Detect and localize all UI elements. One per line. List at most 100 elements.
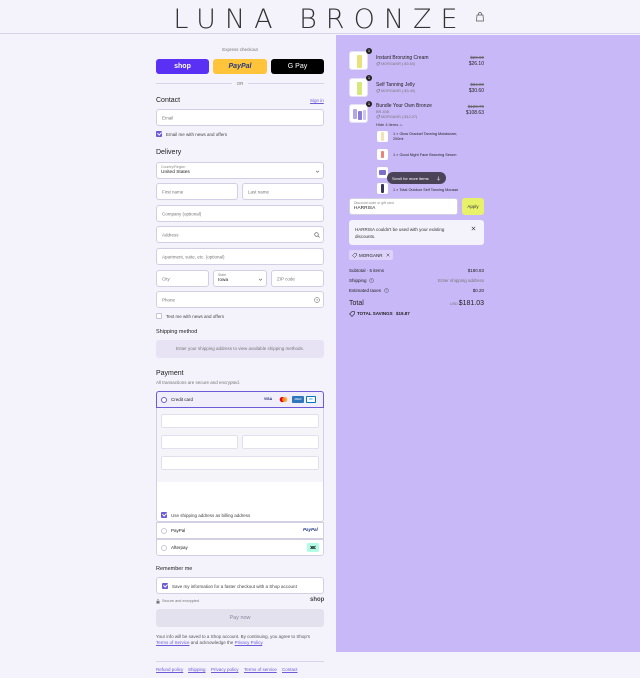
hide-items-toggle[interactable]: Hide 4 items: [376, 122, 398, 127]
afterpay-option[interactable]: Afterpay: [156, 539, 324, 556]
total-label: Total: [349, 300, 364, 307]
credit-card-radio[interactable]: [161, 397, 167, 403]
card-number-field[interactable]: [161, 414, 319, 428]
last-name-field[interactable]: Last name: [242, 183, 324, 200]
apartment-placeholder: Apartment, suite, etc. (optional): [162, 254, 225, 259]
chevron-up-icon: [399, 124, 403, 126]
paypal-logo: PayPal: [303, 527, 318, 532]
help-icon[interactable]: ?: [384, 288, 389, 293]
legal-and: and acknowledge the: [189, 640, 235, 645]
delivery-heading: Delivery: [156, 149, 182, 156]
item-price: $26.10: [468, 61, 484, 67]
chevron-down-icon: [315, 170, 320, 173]
zip-field[interactable]: ZIP code: [271, 270, 324, 287]
item-old-price: $34.00: [470, 82, 484, 87]
text-offers-checkbox[interactable]: [156, 313, 162, 319]
search-icon: [314, 232, 320, 238]
billing-checkbox[interactable]: [161, 512, 167, 518]
terms-link-footer[interactable]: Terms of service: [244, 667, 277, 672]
afterpay-radio[interactable]: [161, 545, 167, 551]
remove-discount-icon[interactable]: [386, 253, 390, 257]
legal-line2: Terms of Service and acknowledge the Pri…: [156, 640, 264, 645]
terms-link[interactable]: Terms of Service: [156, 640, 190, 645]
apartment-field[interactable]: Apartment, suite, etc. (optional): [156, 248, 324, 265]
text-offers-label: Text me with news and offers: [166, 314, 224, 319]
sign-in-link[interactable]: Sign in: [310, 98, 324, 103]
address-field[interactable]: Address: [156, 226, 324, 243]
phone-field[interactable]: Phone ?: [156, 291, 324, 308]
news-label: Email me with news and offers: [166, 132, 227, 137]
quantity-badge: 1: [366, 48, 372, 54]
apply-button[interactable]: Apply: [462, 198, 484, 215]
phone-placeholder: Phone: [162, 297, 176, 302]
zip-placeholder: ZIP code: [277, 276, 295, 281]
taxes-label: Estimated taxes: [349, 288, 382, 293]
city-field[interactable]: City: [156, 270, 209, 287]
state-select[interactable]: State Iowa: [213, 270, 267, 287]
discount-field-label: Discount code or gift card: [354, 201, 394, 205]
help-icon[interactable]: ?: [314, 297, 320, 303]
name-on-card-field[interactable]: [161, 456, 319, 470]
security-code-field[interactable]: [242, 435, 319, 449]
sub-item: 1 × Glow Graduel Tanning Moisturizer, 20…: [393, 132, 458, 141]
item-price: $108.63: [465, 110, 484, 116]
shipping-policy-link[interactable]: Shipping: [188, 667, 206, 672]
tag-icon: [376, 62, 380, 66]
paypal-radio[interactable]: [161, 528, 167, 534]
shopping-bag-icon[interactable]: [475, 12, 485, 22]
total-savings-label: TOTAL SAVINGS: [357, 311, 393, 316]
divider: [156, 661, 324, 662]
company-field[interactable]: Company (optional): [156, 205, 324, 222]
state-value: Iowa: [218, 278, 229, 283]
tag-icon: [352, 252, 357, 258]
state-label: State: [218, 273, 227, 277]
item-discount: MORGANR (-$3.60): [381, 62, 416, 66]
help-icon[interactable]: ?: [369, 278, 374, 283]
privacy-policy-link[interactable]: Privacy policy: [211, 667, 239, 672]
paypal-label: PayPal: [171, 528, 186, 533]
pay-now-button[interactable]: Pay now: [156, 609, 324, 627]
close-icon[interactable]: [471, 226, 476, 231]
afterpay-label: Afterpay: [171, 545, 188, 550]
first-name-field[interactable]: First name: [156, 183, 238, 200]
country-value: United States: [161, 170, 190, 175]
afterpay-icon: [307, 543, 319, 552]
legal-line1: Your info will be saved to a Shop accoun…: [156, 634, 311, 639]
discount-error-banner: HARRISA couldn't be used with your exist…: [349, 220, 484, 245]
shop-pay-button[interactable]: shop: [156, 59, 209, 74]
remember-box: Save my information for a faster checkou…: [156, 577, 324, 594]
scroll-more-pill[interactable]: Scroll for more items: [387, 172, 446, 184]
billing-label: Use shipping address as billing address: [171, 513, 251, 518]
paypal-option[interactable]: PayPal PayPal: [156, 522, 324, 539]
scroll-label: Scroll for more items: [392, 175, 429, 181]
discount-tag: MORGANR: [349, 250, 393, 260]
save-info-checkbox[interactable]: [162, 583, 168, 589]
brand-logo[interactable]: LUNA BRONZE: [0, 4, 640, 35]
country-select[interactable]: Country/Region United States: [156, 162, 324, 179]
discount-code-field[interactable]: Discount code or gift card HARRISA: [349, 198, 458, 215]
privacy-link[interactable]: Privacy Policy: [235, 640, 263, 645]
contact-link[interactable]: Contact: [282, 667, 298, 672]
lock-icon: [156, 599, 160, 604]
taxes-value: $0.20: [472, 288, 484, 293]
item-discount: MORGANR (-$12.07): [381, 115, 418, 119]
email-field[interactable]: Email: [156, 109, 324, 126]
header: LUNA BRONZE: [0, 0, 640, 35]
refund-policy-link[interactable]: Refund policy: [156, 667, 183, 672]
express-checkout-label: Express checkout: [222, 47, 258, 52]
news-checkbox[interactable]: [156, 131, 162, 137]
payment-heading: Payment: [156, 370, 184, 377]
country-label: Country/Region: [161, 165, 186, 169]
paypal-button[interactable]: PayPal: [213, 59, 267, 74]
google-pay-button[interactable]: G Pay: [271, 59, 324, 74]
credit-card-option[interactable]: Credit card VISA AMEX DC: [156, 391, 324, 408]
save-info-label: Save my information for a faster checkou…: [172, 584, 297, 589]
company-placeholder: Company (optional): [162, 211, 202, 216]
mastercard-icon: [279, 396, 288, 403]
discount-tag-code: MORGANR: [359, 252, 383, 258]
item-name: Instant Bronzing Cream: [376, 55, 429, 61]
discount-error-text: HARRISA couldn't be used with your exist…: [355, 227, 445, 239]
expiration-field[interactable]: [161, 435, 238, 449]
tag-icon: [376, 89, 380, 93]
city-placeholder: City: [162, 276, 170, 281]
